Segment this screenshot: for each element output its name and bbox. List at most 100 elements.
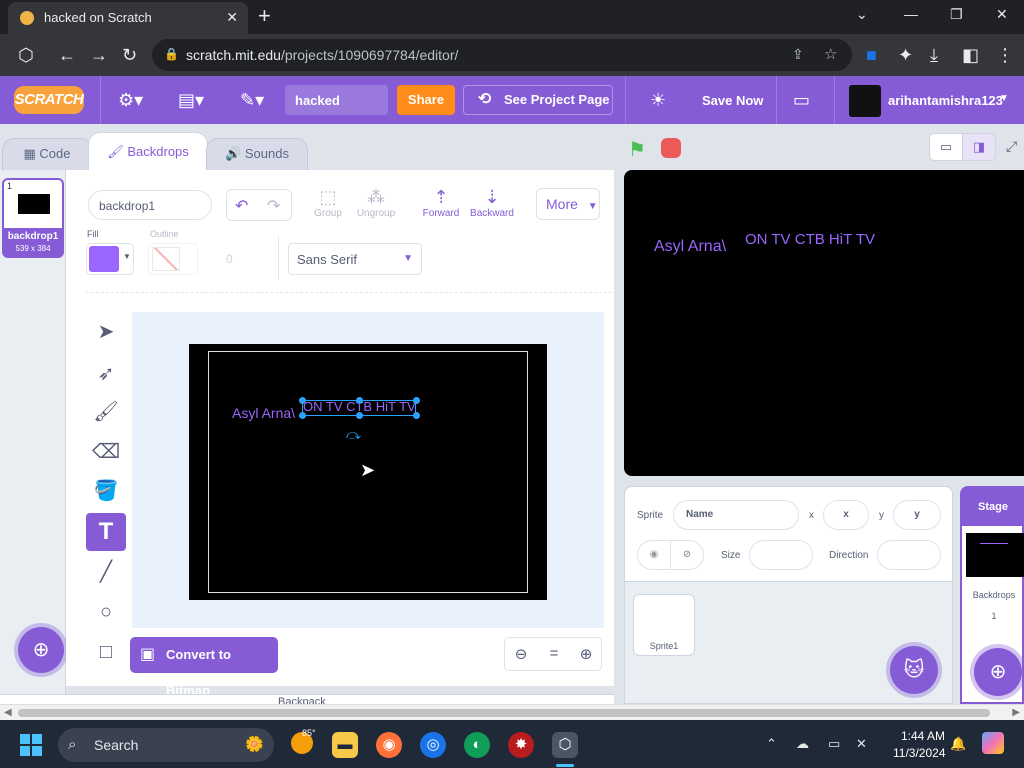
ungroup-button[interactable]: ⁂ Ungroup — [354, 186, 398, 219]
more-button[interactable]: More ▼ — [536, 188, 600, 220]
extensions-puzzle-icon[interactable]: ✦ — [898, 45, 913, 65]
backpack[interactable]: Backpack — [0, 694, 614, 704]
choose-sprite-button[interactable]: 🐱 — [890, 646, 938, 694]
my-stuff-folder-icon[interactable]: ▭ — [793, 90, 810, 110]
side-panel-icon[interactable]: ◧ — [962, 45, 979, 65]
resize-handle[interactable] — [299, 412, 306, 419]
scroll-left-icon[interactable]: ◀ — [4, 707, 12, 718]
scratch-logo[interactable]: SCRATCH — [14, 86, 84, 114]
back-icon[interactable]: ← — [58, 45, 76, 65]
tab-sounds[interactable]: 🔊 Sounds — [206, 138, 308, 170]
rotate-handle-icon[interactable]: ⤼ — [346, 426, 361, 443]
fill-tool[interactable]: 🪣 — [86, 472, 126, 510]
download-icon[interactable]: ⤓ — [930, 45, 938, 65]
taskbar-clock[interactable]: 1:44 AM 11/3/2024 — [893, 728, 946, 762]
horizontal-scrollbar[interactable]: ◀ ▶ — [0, 704, 1024, 720]
resize-handle[interactable] — [413, 397, 420, 404]
y-input[interactable]: y — [893, 500, 941, 530]
sprite-tile[interactable]: Sprite1 — [633, 594, 695, 656]
forward-icon[interactable]: → — [90, 45, 108, 65]
size-input[interactable] — [749, 540, 813, 570]
resize-handle[interactable] — [356, 397, 363, 404]
backward-button[interactable]: ⇣ Backward — [468, 186, 516, 219]
address-bar[interactable]: 🔒 scratch.mit.edu/projects/1090697784/ed… — [152, 39, 852, 71]
project-title-input[interactable]: hacked — [285, 85, 388, 115]
window-close-icon[interactable]: ✕ — [996, 6, 1008, 23]
browser-menu-icon[interactable]: ⋮ — [996, 45, 1014, 65]
outline-width-value[interactable]: 0 — [226, 252, 233, 266]
windows-start-icon[interactable] — [20, 734, 42, 756]
group-button[interactable]: ⬚ Group — [310, 186, 346, 219]
chrome-icon[interactable]: ◎ — [420, 732, 446, 758]
tab-backdrops[interactable]: 🖌 Backdrops — [88, 132, 208, 170]
avatar[interactable] — [849, 85, 881, 117]
stage-canvas[interactable] — [624, 170, 1024, 476]
firefox-icon[interactable]: ◉ — [376, 732, 402, 758]
username[interactable]: arihantamishra123 — [888, 93, 1003, 108]
browser-tab[interactable]: hacked on Scratch ✕ — [8, 2, 248, 34]
taskbar-search[interactable]: ⌕ Search 🌼 — [58, 728, 274, 762]
save-now-link[interactable]: Save Now — [702, 93, 763, 108]
account-chevron-down-icon[interactable]: ▼ — [999, 93, 1009, 104]
rectangle-tool[interactable]: □ — [86, 633, 126, 671]
url-text[interactable]: scratch.mit.edu/projects/1090697784/edit… — [186, 47, 458, 63]
new-tab-icon[interactable]: + — [258, 5, 271, 27]
brush-tool[interactable]: 🖌 — [86, 393, 126, 431]
resize-handle[interactable] — [299, 397, 306, 404]
tab-search-icon[interactable]: ⌄ — [856, 6, 868, 23]
reload-icon[interactable]: ↻ — [122, 45, 137, 65]
bookmark-star-icon[interactable]: ☆ — [824, 45, 837, 63]
browser-profile-icon[interactable]: ⬡ — [18, 45, 34, 65]
tray-overflow-chevron-icon[interactable]: ⌃ — [766, 736, 777, 752]
active-browser-icon[interactable]: ⬡ — [552, 732, 578, 758]
restore-icon[interactable]: ❐ — [950, 6, 963, 23]
zoom-reset-button[interactable]: = — [538, 645, 570, 662]
settings-gear-icon[interactable]: ⚙▾ — [118, 90, 143, 110]
normal-stage-icon[interactable]: ◨ — [962, 133, 996, 161]
select-tool[interactable]: ➤ — [86, 313, 126, 351]
minimize-icon[interactable]: — — [904, 6, 918, 22]
resize-handle[interactable] — [356, 412, 363, 419]
undo-icon[interactable]: ↶ — [235, 196, 248, 216]
stop-sign-icon[interactable] — [661, 138, 681, 158]
reshape-tool[interactable]: ➶ — [86, 355, 126, 393]
sprite-name-input[interactable]: Name — [673, 500, 799, 530]
small-stage-icon[interactable]: ▭ — [929, 133, 963, 161]
volume-muted-icon[interactable]: ✕ — [856, 736, 867, 752]
copilot-icon[interactable] — [982, 732, 1004, 754]
tab-close-icon[interactable]: ✕ — [226, 9, 238, 26]
fill-color-picker[interactable]: ▼ — [86, 243, 134, 275]
resize-handle[interactable] — [413, 412, 420, 419]
choose-backdrop-button[interactable]: ⊕ — [18, 627, 64, 673]
security-app-icon[interactable]: ✸ — [508, 732, 534, 758]
extension-video-icon[interactable]: ■ — [866, 45, 877, 65]
direction-input[interactable] — [877, 540, 941, 570]
font-dropdown[interactable]: Sans Serif ▼ — [288, 243, 422, 275]
text-tool[interactable]: T — [86, 513, 126, 551]
circle-tool[interactable]: ○ — [86, 593, 126, 631]
convert-to-bitmap-button[interactable]: ▣ Convert to Bitmap — [130, 637, 278, 698]
file-explorer-icon[interactable]: ▬ — [332, 732, 358, 758]
theme-lightbulb-icon[interactable]: ☀ — [650, 90, 666, 110]
canvas-text-asyl-arna[interactable]: Asyl Arna\ — [232, 405, 295, 421]
scroll-right-icon[interactable]: ▶ — [1012, 707, 1020, 718]
display-icon[interactable]: ▭ — [828, 736, 840, 752]
tab-code[interactable]: ▦ Code — [2, 138, 92, 170]
edge-icon[interactable]: ◐ — [464, 732, 490, 758]
zoom-in-icon[interactable]: ⊕ — [570, 645, 602, 663]
outline-color-picker[interactable] — [148, 243, 198, 275]
file-menu-icon[interactable]: ▤▾ — [178, 90, 204, 110]
forward-button[interactable]: ⇡ Forward — [420, 186, 462, 219]
edit-menu-icon[interactable]: ✎▾ — [240, 90, 264, 110]
share-page-icon[interactable]: ⇪ — [792, 46, 804, 63]
zoom-out-icon[interactable]: ⊖ — [505, 645, 537, 663]
line-tool[interactable]: ╱ — [86, 553, 126, 591]
hide-sprite-eye-icon[interactable]: ⊘ — [670, 540, 704, 570]
scrollbar-thumb[interactable] — [18, 709, 990, 717]
notification-bell-icon[interactable]: 🔔 — [950, 736, 966, 752]
fullscreen-icon[interactable]: ⤢ — [1006, 138, 1017, 155]
show-sprite-eye-icon[interactable]: ◉ — [637, 540, 671, 570]
lock-icon[interactable]: 🔒 — [164, 47, 179, 61]
see-project-page-button[interactable]: ⟲ See Project Page — [463, 85, 613, 115]
backdrop-item[interactable]: 1 backdrop1 539 x 384 — [2, 178, 64, 258]
